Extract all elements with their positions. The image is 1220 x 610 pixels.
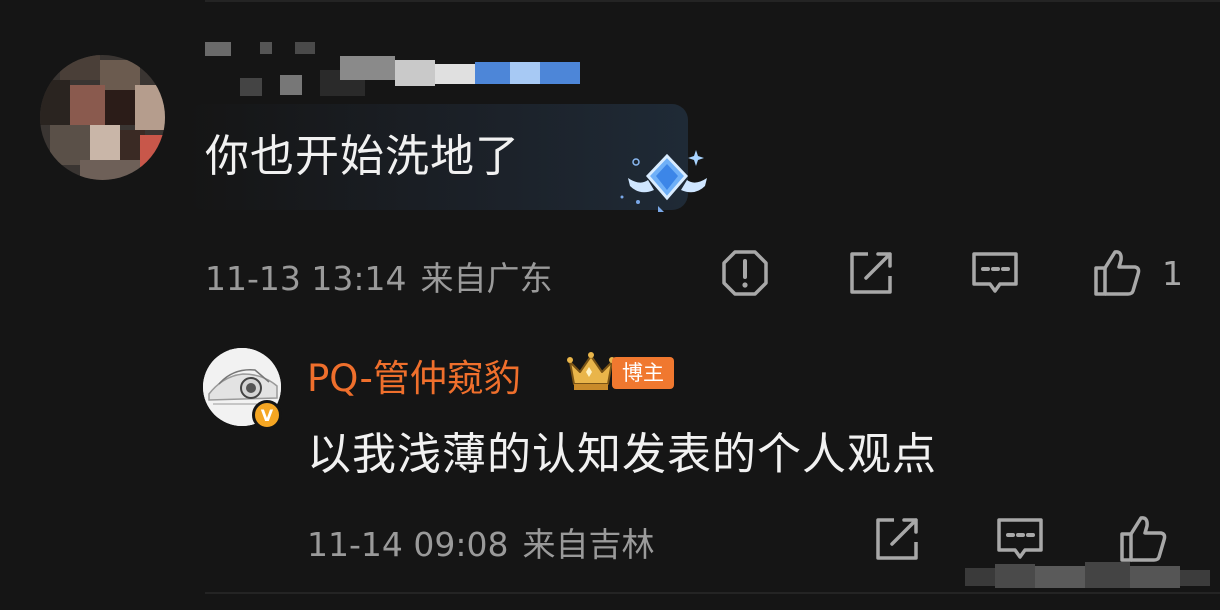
comment-text: 你也开始洗地了 (205, 131, 520, 182)
reply-comment-icon[interactable] (993, 512, 1047, 566)
comment-location: 来自广东 (420, 259, 553, 298)
reply-repost-icon[interactable] (870, 512, 924, 566)
crown-badge-icon (567, 352, 615, 390)
repost-icon[interactable] (844, 246, 898, 300)
blogger-tag: 博主 (612, 357, 674, 389)
comment-time: 11-13 13:14 (205, 259, 407, 298)
reply-username[interactable]: PQ-管仲窥豹 (307, 348, 521, 402)
diamond-badge-icon (620, 150, 707, 212)
reply-meta: 11-14 09:08 来自吉林 (307, 518, 654, 566)
comment-icon[interactable] (968, 246, 1022, 300)
bottom-divider (205, 592, 1220, 594)
avatar[interactable] (40, 55, 165, 180)
like-count: 1 (1162, 254, 1183, 293)
reply-text: 以我浅薄的认知发表的个人观点 (307, 429, 937, 480)
comment-meta: 11-13 13:14 来自广东 (205, 252, 552, 300)
verified-icon: V (252, 400, 282, 430)
reply-location: 来自吉林 (522, 525, 655, 564)
watermark-redacted (965, 562, 1210, 588)
report-icon[interactable] (718, 246, 772, 300)
reply-time: 11-14 09:08 (307, 525, 509, 564)
like-icon[interactable] (1090, 246, 1144, 300)
top-divider (205, 0, 1220, 2)
reply-like-icon[interactable] (1116, 512, 1170, 566)
username-redacted[interactable] (205, 40, 585, 96)
